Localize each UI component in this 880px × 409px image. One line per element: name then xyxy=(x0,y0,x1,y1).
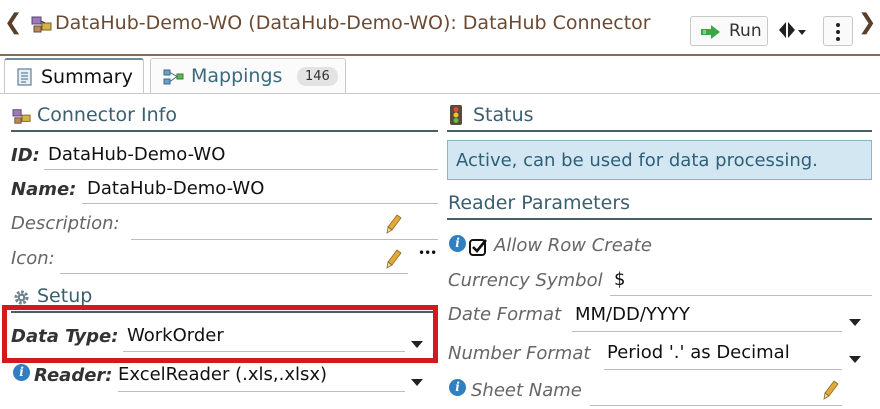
more-vertical-icon xyxy=(836,23,840,27)
chevron-left-icon[interactable]: ❮ xyxy=(4,12,22,34)
split-view-button[interactable] xyxy=(776,18,812,46)
icon-label: Icon: xyxy=(11,248,55,269)
chevron-down-icon[interactable] xyxy=(849,356,861,363)
checkbox-checked-icon[interactable] xyxy=(469,237,488,256)
tab-summary-label: Summary xyxy=(41,66,133,88)
run-button-label: Run xyxy=(729,21,762,41)
info-icon[interactable]: i xyxy=(449,235,466,252)
sheet-name-input[interactable] xyxy=(590,405,842,406)
traffic-light-icon xyxy=(450,105,462,125)
id-value: DataHub-Demo-WO xyxy=(48,144,226,165)
connector-icon xyxy=(31,16,52,33)
more-options-button[interactable] xyxy=(823,16,853,46)
setup-heading: Setup xyxy=(37,285,93,307)
description-label: Description: xyxy=(11,213,120,234)
pencil-icon[interactable] xyxy=(823,380,839,400)
connector-info-rule xyxy=(11,130,438,132)
currency-symbol-value[interactable]: $ xyxy=(614,269,625,290)
run-button[interactable]: Run xyxy=(690,16,768,46)
name-value: DataHub-Demo-WO xyxy=(87,178,265,199)
tab-mappings-label: Mappings xyxy=(191,65,283,87)
chevron-right-icon[interactable]: ❯ xyxy=(858,12,876,34)
mappings-count-badge: 146 xyxy=(297,67,338,86)
status-rule xyxy=(447,130,872,132)
sheet-name-label: Sheet Name xyxy=(471,380,582,401)
connector-info-heading: Connector Info xyxy=(37,104,177,126)
reader-parameters-heading: Reader Parameters xyxy=(448,192,631,214)
status-heading: Status xyxy=(473,104,534,126)
summary-icon xyxy=(17,68,32,86)
gear-icon xyxy=(14,290,29,305)
run-arrow-icon xyxy=(701,25,720,39)
reader-parameters-rule xyxy=(447,218,872,220)
status-box: Active, can be used for data processing. xyxy=(447,140,872,180)
number-format-label: Number Format xyxy=(448,343,591,364)
chevron-down-icon[interactable] xyxy=(411,379,423,386)
tab-mappings[interactable]: Mappings 146 xyxy=(150,58,346,94)
id-label: ID: xyxy=(11,145,40,166)
icon-input[interactable] xyxy=(60,273,408,274)
pencil-icon[interactable] xyxy=(386,214,402,234)
mappings-icon xyxy=(163,69,184,85)
name-label: Name: xyxy=(11,179,77,200)
date-format-label: Date Format xyxy=(448,304,562,325)
split-view-icon xyxy=(779,21,806,39)
date-format-value[interactable]: MM/DD/YYYY xyxy=(575,304,690,325)
icon-more-options[interactable]: ••• xyxy=(418,246,437,260)
pencil-icon[interactable] xyxy=(386,249,402,269)
tabs-divider xyxy=(0,93,880,94)
allow-row-create-label: Allow Row Create xyxy=(494,235,652,256)
info-icon[interactable]: i xyxy=(449,379,466,396)
connector-info-icon xyxy=(12,109,31,124)
description-input[interactable] xyxy=(131,239,438,240)
page-title: DataHub-Demo-WO (DataHub-Demo-WO): DataH… xyxy=(55,12,651,34)
currency-symbol-label: Currency Symbol xyxy=(448,270,603,291)
status-text: Active, can be used for data processing. xyxy=(456,150,818,171)
data-type-highlight xyxy=(2,305,438,363)
info-icon[interactable]: i xyxy=(13,364,30,381)
tab-summary[interactable]: Summary xyxy=(4,58,144,94)
chevron-down-icon[interactable] xyxy=(849,319,861,326)
number-format-value[interactable]: Period '.' as Decimal xyxy=(607,342,790,363)
reader-value[interactable]: ExcelReader (.xls,.xlsx) xyxy=(118,364,327,385)
reader-label: Reader: xyxy=(34,365,113,386)
